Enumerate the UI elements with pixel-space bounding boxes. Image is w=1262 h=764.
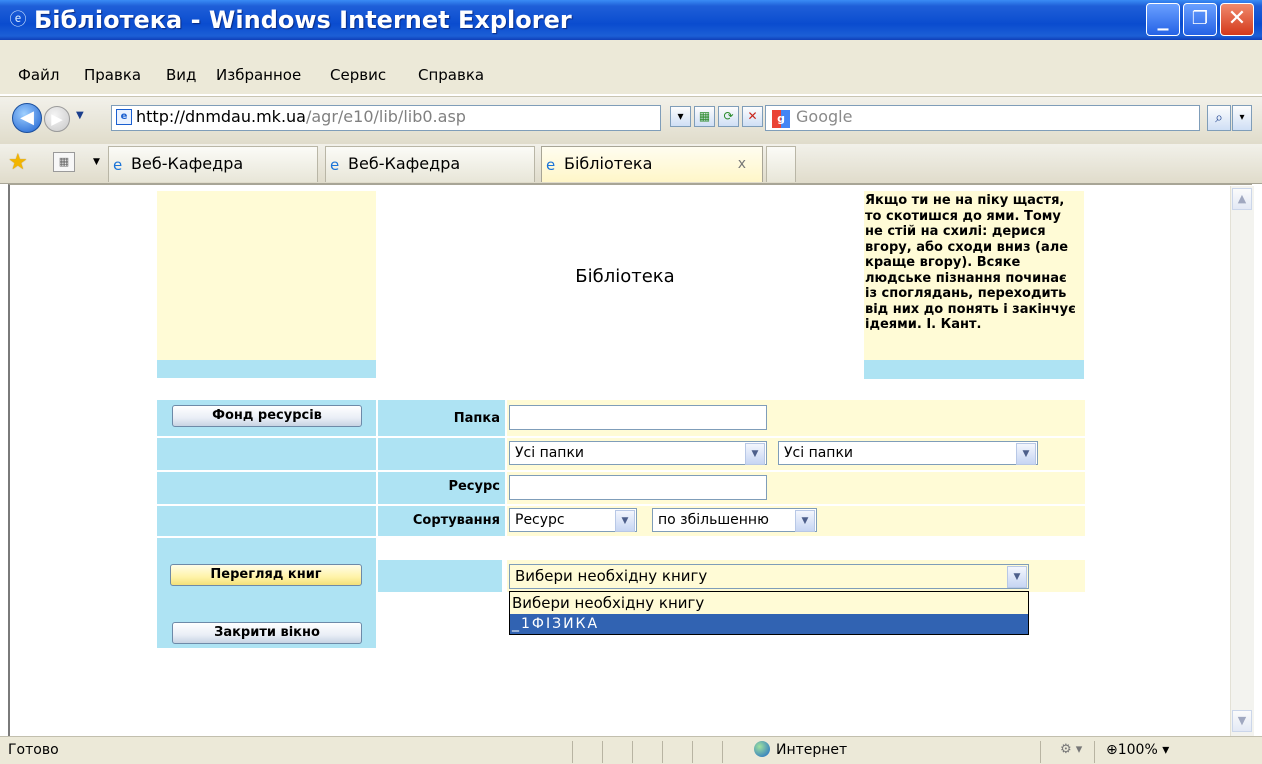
status-text: Готово	[8, 742, 59, 758]
history-dropdown-icon[interactable]: ▼	[76, 110, 84, 121]
ie-icon: ⓔ	[9, 10, 27, 30]
search-options-icon[interactable]: ▾	[1232, 105, 1252, 131]
zoom-text: 100%	[1117, 742, 1158, 758]
tab-close-icon[interactable]: x	[738, 156, 746, 172]
scroll-down-icon[interactable]: ▼	[1232, 710, 1252, 732]
stop-icon[interactable]: ✕	[742, 106, 763, 127]
chevron-down-icon: ▼	[745, 443, 765, 465]
scroll-up-icon[interactable]: ▲	[1232, 188, 1252, 210]
address-url[interactable]: http://dnmdau.mk.ua/agr/e10/lib/lib0.asp	[136, 107, 466, 126]
status-divider	[572, 741, 573, 763]
compatibility-icon[interactable]: ▦	[694, 106, 715, 127]
row-divider-3	[157, 504, 1085, 506]
close-button[interactable]: ✕	[1220, 3, 1254, 36]
folder-select-1[interactable]: Усі папки ▼	[509, 441, 767, 465]
menu-view[interactable]: Вид	[166, 66, 196, 84]
folder-input[interactable]	[509, 405, 767, 430]
chevron-down-icon: ▼	[795, 510, 815, 532]
quick-tabs-icon[interactable]: ▦	[53, 152, 75, 172]
address-path: /agr/e10/lib/lib0.asp	[305, 107, 466, 126]
col-divider-3	[1085, 400, 1086, 536]
quote-box: Якщо ти не на піку щастя, то скотишся до…	[864, 191, 1084, 379]
folder-label: Папка	[453, 411, 500, 426]
refresh-icon[interactable]: ⟳	[718, 106, 739, 127]
new-tab-button[interactable]	[766, 146, 796, 182]
book-option[interactable]: Вибери необхідну книгу	[510, 592, 1028, 614]
page-icon: e	[116, 109, 132, 125]
divider	[157, 536, 376, 538]
folder-select-2[interactable]: Усі папки ▼	[778, 441, 1038, 465]
sort-order-select[interactable]: по збільшенню ▼	[652, 508, 817, 532]
status-divider	[722, 741, 723, 763]
col-divider-1	[376, 400, 378, 648]
maximize-button[interactable]: ❐	[1183, 3, 1217, 36]
tab-web-kafedra-1[interactable]: e Веб-Кафедра	[108, 146, 318, 182]
status-divider	[1040, 741, 1041, 763]
vertical-scrollbar[interactable]	[1230, 186, 1254, 736]
favorites-star-icon[interactable]: ★	[8, 150, 28, 175]
status-divider	[662, 741, 663, 763]
row-divider-2	[157, 470, 1085, 472]
google-icon: g	[772, 110, 790, 128]
row-divider-1	[157, 436, 1085, 438]
tab-web-kafedra-2[interactable]: e Веб-Кафедра	[325, 146, 535, 182]
resource-label: Ресурс	[448, 479, 500, 494]
chevron-down-icon: ▼	[1016, 443, 1036, 465]
status-divider	[692, 741, 693, 763]
book-select[interactable]: Вибери необхідну книгу ▼	[509, 564, 1029, 589]
sort-label: Сортування	[412, 513, 500, 528]
browse-books-button[interactable]: Перегляд книг	[170, 564, 362, 586]
zone-text: Интернет	[776, 742, 848, 758]
protected-mode-icon[interactable]: ⚙ ▾	[1060, 742, 1082, 757]
tab-biblioteka[interactable]: e Бібліотека x	[541, 146, 763, 182]
globe-icon	[754, 741, 770, 757]
search-placeholder: Google	[796, 107, 853, 126]
chevron-down-icon: ▼	[1007, 566, 1027, 588]
search-icon[interactable]: ⌕	[1207, 105, 1231, 131]
menu-favorites[interactable]: Избранное	[216, 66, 301, 84]
tab-label: Бібліотека	[564, 154, 653, 173]
back-arrow-icon[interactable]: ◀	[12, 103, 42, 133]
address-host: http://dnmdau.mk.ua	[136, 107, 306, 126]
menu-help[interactable]: Справка	[418, 66, 484, 84]
status-divider	[632, 741, 633, 763]
col-divider-2	[505, 400, 507, 536]
tab-label: Веб-Кафедра	[348, 154, 461, 173]
status-divider	[602, 741, 603, 763]
page-title: Бібліотека	[575, 266, 675, 287]
address-dropdown-icon[interactable]: ▾	[670, 106, 691, 127]
header-cyan-strip	[157, 360, 376, 378]
forward-arrow-icon[interactable]: ▶	[44, 106, 70, 132]
menu-bar	[0, 40, 1262, 62]
ie-tab-icon: e	[330, 156, 340, 174]
window-title: Бібліотека - Windows Internet Explorer	[34, 6, 572, 34]
fund-resources-button[interactable]: Фонд ресурсів	[172, 405, 362, 427]
menu-tools[interactable]: Сервис	[330, 66, 386, 84]
tab-label: Веб-Кафедра	[131, 154, 244, 173]
zoom-level[interactable]: ⊕100% ▾	[1106, 742, 1169, 758]
logo-placeholder	[157, 191, 376, 360]
quote-text: Якщо ти не на піку щастя, то скотишся до…	[865, 193, 1076, 332]
zoom-icon: ⊕	[1106, 742, 1118, 758]
chevron-down-icon: ▼	[615, 510, 635, 532]
tab-list-dropdown-icon[interactable]: ▼	[93, 157, 100, 167]
menu-edit[interactable]: Правка	[84, 66, 141, 84]
status-divider	[1094, 741, 1095, 763]
ie-tab-icon: e	[546, 156, 556, 174]
menu-file[interactable]: Файл	[18, 66, 59, 84]
ie-tab-icon: e	[113, 156, 123, 174]
sort-field-select[interactable]: Ресурс ▼	[509, 508, 637, 532]
book-dropdown-list: Вибери необхідну книгу _1ФІЗИКА	[509, 591, 1029, 635]
label-column-bg-2	[378, 560, 502, 592]
close-window-button[interactable]: Закрити вікно	[172, 622, 362, 644]
quote-cyan-strip	[864, 360, 1084, 379]
minimize-button[interactable]: _	[1146, 3, 1180, 36]
book-option-selected[interactable]: _1ФІЗИКА	[510, 614, 1028, 634]
resource-input[interactable]	[509, 475, 767, 500]
